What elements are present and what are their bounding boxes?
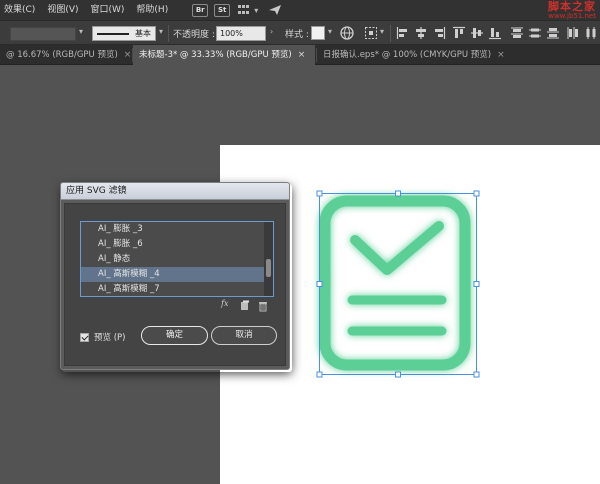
- edit-filter-fx-icon[interactable]: fx: [221, 299, 228, 308]
- checklist-icon-artwork[interactable]: [311, 186, 485, 380]
- preview-label: 预览 (P): [94, 333, 126, 343]
- document-tab-bar: @ 16.67% (RGB/GPU 预览) × 未标题-3* @ 33.33% (…: [0, 45, 600, 65]
- align-left-icon[interactable]: [396, 26, 410, 40]
- opacity-label: 不透明度 :: [173, 30, 215, 40]
- dialog-titlebar[interactable]: 应用 SVG 滤镜: [61, 183, 289, 200]
- chevron-down-icon[interactable]: ▾: [328, 27, 332, 36]
- filter-item-selected[interactable]: AI_ 高斯模糊 _4: [81, 267, 265, 282]
- apply-svg-filter-dialog: 应用 SVG 滤镜 AI_ 膨胀 _3 AI_ 膨胀 _6 AI_ 静态 AI_…: [60, 182, 290, 370]
- tab-label: 未标题-3* @ 33.33% (RGB/GPU 预览): [139, 50, 292, 60]
- recolor-globe-icon[interactable]: [340, 26, 354, 40]
- site-watermark: 脚本之家 www.jb51.net: [548, 0, 596, 21]
- opacity-input[interactable]: 100%: [216, 26, 266, 41]
- distribute-top-icon[interactable]: [510, 26, 524, 40]
- selection-bounds-icon[interactable]: [364, 26, 378, 40]
- filter-item[interactable]: AI_ 膨胀 _3: [81, 222, 265, 237]
- cancel-button[interactable]: 取消: [211, 326, 277, 345]
- bridge-button[interactable]: Br: [192, 3, 209, 17]
- filter-item[interactable]: AI_ 静态: [81, 252, 265, 267]
- preview-checkbox[interactable]: [80, 332, 89, 342]
- close-icon[interactable]: ×: [497, 45, 505, 65]
- workspace-grid-icon[interactable]: [238, 4, 251, 16]
- style-label: 样式 :: [285, 30, 309, 40]
- filter-list[interactable]: AI_ 膨胀 _3 AI_ 膨胀 _6 AI_ 静态 AI_ 高斯模糊 _4 A…: [80, 221, 274, 297]
- close-icon[interactable]: ×: [124, 45, 132, 65]
- align-center-icon[interactable]: [414, 26, 428, 40]
- ok-button[interactable]: 确定: [141, 326, 208, 345]
- trash-icon[interactable]: [258, 300, 268, 312]
- check-mark: [350, 221, 444, 275]
- resize-handle[interactable]: [395, 371, 401, 378]
- align-middle-icon[interactable]: [470, 26, 484, 40]
- menu-view[interactable]: 视图(V): [41, 0, 84, 20]
- align-top-icon[interactable]: [452, 26, 466, 40]
- resize-handle[interactable]: [395, 190, 401, 197]
- menu-window[interactable]: 窗口(W): [85, 0, 131, 20]
- dialog-body: AI_ 膨胀 _3 AI_ 膨胀 _6 AI_ 静态 AI_ 高斯模糊 _4 A…: [64, 203, 286, 366]
- resize-handle[interactable]: [473, 190, 480, 197]
- stock-button[interactable]: St: [214, 3, 231, 17]
- filter-item[interactable]: AI_ 膨胀 _6: [81, 237, 265, 252]
- stroke-style-label: 基本: [135, 29, 151, 38]
- clipboard-outline: [319, 195, 471, 371]
- align-bottom-icon[interactable]: [488, 26, 502, 40]
- scrollbar-thumb[interactable]: [266, 259, 271, 277]
- resize-handle[interactable]: [316, 281, 323, 287]
- chevron-right-icon[interactable]: ›: [270, 27, 273, 36]
- resize-handle[interactable]: [316, 190, 323, 197]
- chevron-down-icon[interactable]: ▾: [79, 27, 83, 36]
- glow-group: [319, 195, 471, 371]
- tab-label: @ 16.67% (RGB/GPU 预览): [6, 50, 118, 60]
- toolbar-divider: [168, 25, 169, 42]
- menu-help[interactable]: 帮助(H): [130, 0, 174, 20]
- preview-checkbox-row[interactable]: 预览 (P): [80, 330, 125, 344]
- selection-bounding-box: [319, 193, 477, 375]
- graphic-style-swatch[interactable]: [311, 26, 325, 40]
- filter-item[interactable]: AI_ 高斯模糊 _7: [81, 282, 265, 296]
- stroke-weight-field[interactable]: [10, 27, 76, 41]
- chevron-down-icon[interactable]: ▾: [380, 27, 384, 36]
- new-filter-icon[interactable]: [240, 300, 250, 312]
- resize-handle[interactable]: [473, 281, 480, 287]
- chevron-down-icon[interactable]: ▾: [159, 27, 163, 36]
- resize-handle[interactable]: [473, 371, 480, 378]
- distribute-bottom-icon[interactable]: [546, 26, 560, 40]
- close-icon[interactable]: ×: [298, 45, 306, 65]
- menu-bar: 效果(C) 视图(V) 窗口(W) 帮助(H) Br St ▾: [0, 0, 600, 20]
- stroke-style-dropdown[interactable]: 基本: [92, 26, 156, 41]
- chevron-down-icon[interactable]: ▾: [254, 6, 258, 15]
- align-right-icon[interactable]: [432, 26, 446, 40]
- menu-effect[interactable]: 效果(C): [0, 0, 41, 20]
- tab-document-3[interactable]: 日报确认.eps* @ 100% (CMYK/GPU 预览) ×: [317, 45, 517, 65]
- tab-document-2[interactable]: 未标题-3* @ 33.33% (RGB/GPU 预览) ×: [133, 45, 315, 65]
- distribute-center-icon[interactable]: [584, 26, 598, 40]
- dialog-title: 应用 SVG 滤镜: [66, 186, 127, 196]
- send-icon[interactable]: [268, 4, 282, 16]
- filter-list-scrollbar[interactable]: [264, 222, 273, 296]
- distribute-left-icon[interactable]: [566, 26, 580, 40]
- distribute-middle-icon[interactable]: [528, 26, 542, 40]
- resize-handle[interactable]: [316, 371, 323, 378]
- tab-label: 日报确认.eps* @ 100% (CMYK/GPU 预览): [323, 50, 492, 60]
- stroke-line-preview: [97, 33, 129, 35]
- control-bar: ▾ 基本 ▾ 不透明度 : 100% › 样式 : ▾ ▾: [0, 20, 600, 45]
- tab-document-1[interactable]: @ 16.67% (RGB/GPU 预览) ×: [0, 45, 131, 65]
- toolbar-divider: [390, 25, 391, 42]
